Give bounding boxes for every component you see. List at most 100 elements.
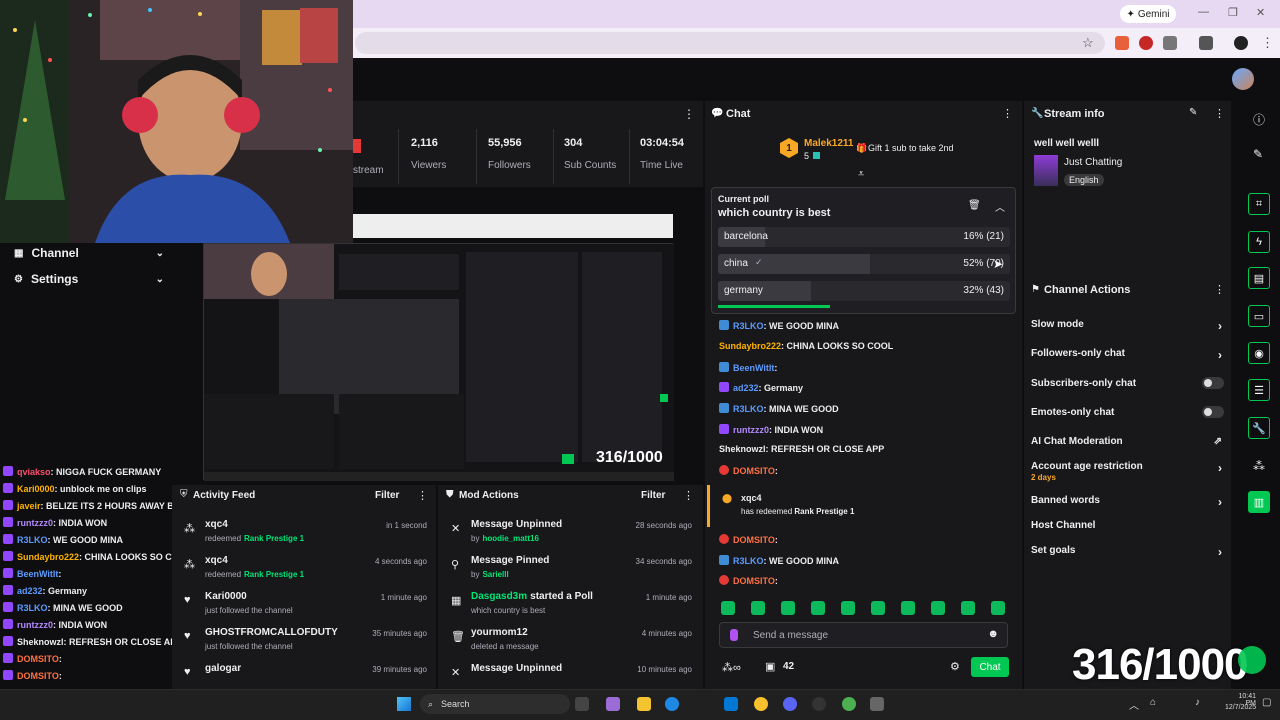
chat-username[interactable]: qviakso	[17, 467, 51, 477]
edge-icon[interactable]	[665, 697, 679, 711]
chat-username[interactable]: runtzzz0	[17, 518, 53, 528]
tray-chevron-icon[interactable]: ︿	[1129, 697, 1139, 712]
chat-username[interactable]: Sheknowzl	[719, 444, 766, 454]
pencil-icon[interactable]: ✎	[1253, 147, 1263, 161]
app-icon[interactable]	[606, 697, 620, 711]
category-boxart[interactable]	[1034, 155, 1058, 186]
gift-prompt[interactable]: Gift 1 sub to take 2nd	[868, 143, 954, 153]
chat-send-button[interactable]: Chat	[971, 657, 1009, 677]
emote-icon[interactable]	[961, 601, 975, 615]
chat-username[interactable]: javeir	[17, 501, 41, 511]
menu-dots-icon[interactable]: ⋮	[1261, 35, 1274, 51]
expand-icon[interactable]: ⩡	[858, 168, 864, 181]
emote-icon[interactable]	[931, 601, 945, 615]
settings-icon[interactable]	[870, 697, 884, 711]
chat-username[interactable]: R3LKO	[17, 535, 48, 545]
chat-username[interactable]: R3LKO	[733, 404, 764, 414]
omnibox[interactable]	[355, 32, 1105, 54]
chat-username[interactable]: R3LKO	[17, 603, 48, 613]
stream-info-menu-icon[interactable]: ⋮	[1214, 107, 1225, 120]
channel-points-icon[interactable]: ⁂∞	[722, 661, 741, 674]
toggle-switch[interactable]	[1202, 377, 1224, 389]
broadcast-icon[interactable]: ◉	[1248, 342, 1270, 364]
emote-icon[interactable]	[871, 601, 885, 615]
stream-category[interactable]: Just Chatting	[1064, 157, 1122, 168]
notification-icon[interactable]: ▢	[1262, 697, 1271, 708]
emoji-icon[interactable]: ☻	[987, 628, 999, 640]
emote-icon[interactable]	[721, 601, 735, 615]
chrome-icon[interactable]	[754, 697, 768, 711]
emote-icon[interactable]	[991, 601, 1005, 615]
nav-channel[interactable]: ▦ Channel ⌄	[14, 243, 164, 263]
channel-action-set-goals[interactable]: Set goals ›	[1031, 545, 1226, 559]
trash-icon[interactable]: 🗑	[968, 200, 981, 211]
leaderboard-user[interactable]: Malek1211	[804, 138, 854, 149]
emote-icon[interactable]	[811, 601, 825, 615]
mod-menu-icon[interactable]: ⋮	[683, 489, 694, 502]
channel-action-banned-words[interactable]: Banned words ›	[1031, 495, 1226, 509]
restore-icon[interactable]: ❐	[1228, 6, 1238, 19]
coins-icon[interactable]: ⁂	[1253, 459, 1265, 473]
chat-username[interactable]: ad232	[17, 586, 43, 596]
task-view-icon[interactable]	[575, 697, 589, 711]
gemini-button[interactable]: ✦ Gemini	[1120, 5, 1176, 23]
chat-username[interactable]: Sheknowzl	[17, 637, 64, 647]
stats-menu-icon[interactable]: ⋮	[683, 107, 695, 121]
toggle-switch[interactable]	[1202, 406, 1224, 418]
chat-username[interactable]: DOMSITO	[17, 654, 59, 664]
edit-icon[interactable]: ✎	[1189, 107, 1197, 118]
sidepanel-icon[interactable]	[1199, 36, 1213, 50]
chat-username[interactable]: DOMSITO	[733, 576, 775, 586]
chat-username[interactable]: runtzzz0	[733, 425, 769, 435]
outlook-icon[interactable]	[724, 697, 738, 711]
chat-settings-icon[interactable]: ⚙	[950, 660, 960, 673]
profile-icon[interactable]	[1234, 36, 1248, 50]
channel-action-slow-mode[interactable]: Slow mode ›	[1031, 319, 1226, 333]
activity-user[interactable]: xqc4	[205, 519, 228, 530]
activity-user[interactable]: GHOSTFROMCALLOFDUTY	[205, 627, 338, 638]
message-icon[interactable]: ▭	[1248, 305, 1270, 327]
chat-username[interactable]: R3LKO	[733, 556, 764, 566]
chat-input[interactable]: Send a message ☻	[719, 622, 1008, 648]
activity-menu-icon[interactable]: ⋮	[417, 489, 428, 502]
extension-icon[interactable]	[1115, 36, 1129, 50]
lightning-icon[interactable]: ϟ	[1248, 231, 1270, 253]
chrome-icon[interactable]	[842, 697, 856, 711]
chat-username[interactable]: DOMSITO	[733, 466, 775, 476]
poll-option[interactable]: germany 32% (43)	[718, 281, 1010, 301]
chat-username[interactable]: BeenWitIt	[733, 363, 774, 373]
emote-icon[interactable]	[751, 601, 765, 615]
poll-option[interactable]: china 52% (70) ✓	[718, 254, 1010, 274]
avatar[interactable]	[1232, 68, 1254, 90]
discord-icon[interactable]	[783, 697, 797, 711]
volume-icon[interactable]: ♪	[1195, 697, 1200, 708]
chat-username[interactable]: Kari0000	[17, 484, 55, 494]
channel-action-emotes-only-chat[interactable]: Emotes-only chat	[1031, 406, 1226, 421]
clock-date[interactable]: 12/7/2025	[1225, 704, 1256, 711]
nav-settings[interactable]: ⚙ Settings ⌄	[14, 269, 164, 289]
emote-icon[interactable]	[841, 601, 855, 615]
chat-username[interactable]: Sundaybro222	[719, 341, 781, 351]
language-tag[interactable]: English	[1064, 174, 1104, 186]
extension-icon[interactable]	[1139, 36, 1153, 50]
channel-action-ai-chat-moderation[interactable]: AI Chat Moderation ⇗	[1031, 436, 1226, 450]
channel-action-followers-only-chat[interactable]: Followers-only chat ›	[1031, 348, 1226, 362]
clipboard-icon[interactable]: ▤	[1248, 267, 1270, 289]
puzzle-icon[interactable]	[1163, 36, 1177, 50]
activity-user[interactable]: xqc4	[205, 555, 228, 566]
mod-action-moderator[interactable]: hoodie_matt16	[482, 534, 538, 543]
folder-icon[interactable]	[637, 697, 651, 711]
crop-icon[interactable]: ⌗	[1248, 193, 1270, 215]
chat-username[interactable]: R3LKO	[733, 321, 764, 331]
activity-user[interactable]: galogar	[205, 663, 241, 674]
chat-username[interactable]: runtzzz0	[17, 620, 53, 630]
taskbar-search[interactable]: ⌕ Search	[420, 694, 570, 714]
windows-start-icon[interactable]	[397, 697, 411, 711]
channel-action-account-age-restriction[interactable]: Account age restriction 2 days ›	[1031, 461, 1226, 482]
chat-username[interactable]: DOMSITO	[17, 671, 59, 681]
poll-option[interactable]: barcelona 16% (21)	[718, 227, 1010, 247]
chat-username[interactable]: BeenWitIt	[17, 569, 58, 579]
emote-icon[interactable]	[901, 601, 915, 615]
activity-filter-button[interactable]: Filter	[375, 490, 399, 501]
emote-icon[interactable]	[781, 601, 795, 615]
